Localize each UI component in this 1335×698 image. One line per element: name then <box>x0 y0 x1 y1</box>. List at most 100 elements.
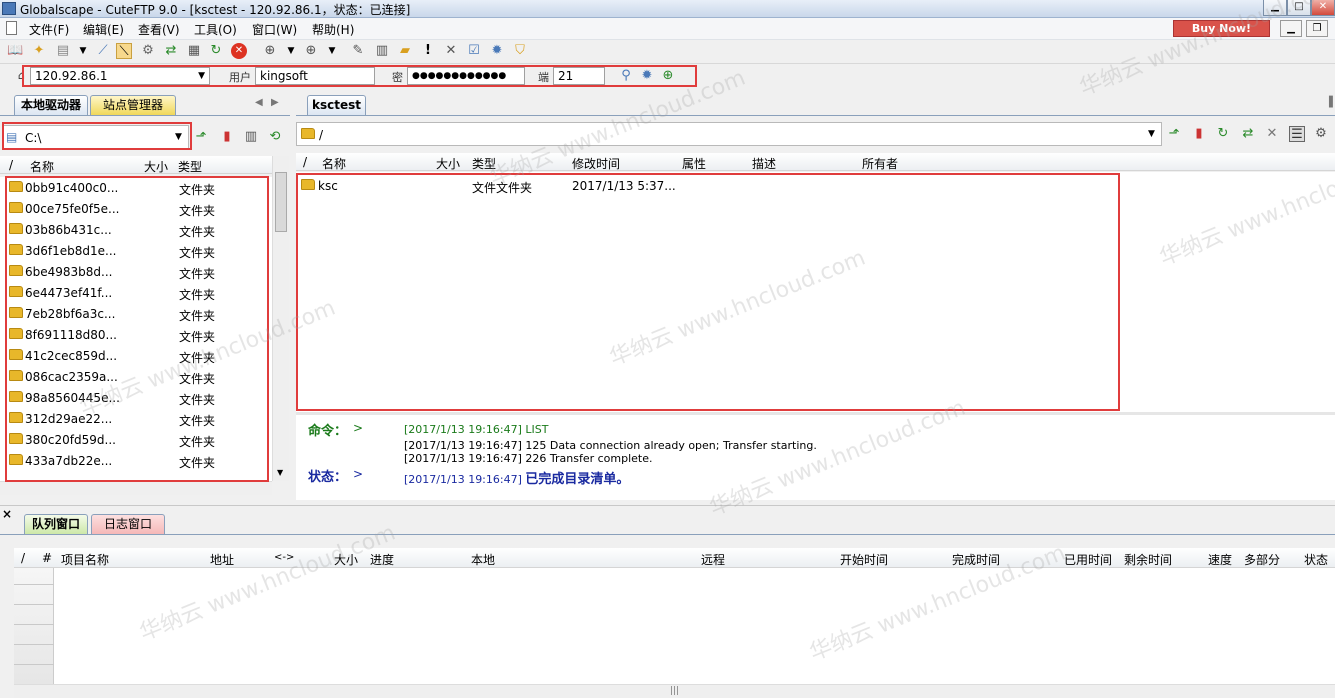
host-input[interactable]: 120.92.86.1 ▼ <box>30 67 210 85</box>
menu-tools[interactable]: 工具(O) <box>194 21 237 38</box>
menu-edit[interactable]: 编辑(E) <box>83 21 124 38</box>
settings-icon[interactable]: ✹ <box>489 43 505 59</box>
column-type[interactable]: 类型 <box>178 158 202 175</box>
column-item-name[interactable]: 项目名称 <box>61 551 109 568</box>
bookmark-icon[interactable]: ▮ <box>1191 126 1207 142</box>
buy-now-button[interactable]: Buy Now! <box>1173 20 1270 37</box>
disconnect-icon[interactable]: ⟍ <box>116 43 132 59</box>
tab-queue[interactable]: 队列窗口 <box>24 514 88 534</box>
column-type[interactable]: 类型 <box>472 155 496 172</box>
add-site-icon[interactable]: ⊕ <box>660 68 676 84</box>
list-item[interactable]: 3d6f1eb8d1e... 文件夹 <box>0 240 272 261</box>
tab-site-manager[interactable]: 站点管理器 <box>90 95 176 115</box>
new-folder-icon[interactable]: ▰ <box>397 43 413 59</box>
close-window-button[interactable]: ✕ <box>1311 0 1335 16</box>
sort-column[interactable]: / <box>303 155 307 169</box>
chevron-down-icon[interactable]: ▼ <box>1148 129 1155 139</box>
menu-help[interactable]: 帮助(H) <box>312 21 354 38</box>
list-item[interactable]: 00ce75fe0f5e... 文件夹 <box>0 198 272 219</box>
view-mode-icon[interactable]: ▥ <box>243 129 259 145</box>
tab-ksctest[interactable]: ksctest <box>307 95 366 115</box>
scroll-down-icon[interactable]: ▼ <box>277 468 283 477</box>
list-item[interactable]: 6be4983b8d... 文件夹 <box>0 261 272 282</box>
mdi-restore-button[interactable]: ❐ <box>1306 20 1328 37</box>
column-finish-time[interactable]: 完成时间 <box>952 551 1000 568</box>
properties-icon[interactable]: ☑ <box>466 43 482 59</box>
connect-icon[interactable]: ⟋ <box>95 43 111 59</box>
local-path-combo[interactable]: ▤ C:\ ▼ <box>2 125 189 149</box>
column-elapsed[interactable]: 已用时间 <box>1064 551 1112 568</box>
transfer-icon[interactable]: ⇄ <box>163 43 179 59</box>
column-name[interactable]: 名称 <box>30 158 54 175</box>
list-item[interactable]: 086cac2359a... 文件夹 <box>0 366 272 387</box>
sort-column[interactable]: / <box>9 158 13 172</box>
tab-log[interactable]: 日志窗口 <box>91 514 165 534</box>
refresh-icon[interactable]: ↻ <box>208 43 224 59</box>
column-attributes[interactable]: 属性 <box>682 155 706 172</box>
chevron-down-icon[interactable]: ▼ <box>75 43 91 59</box>
maximize-button[interactable]: □ <box>1287 0 1311 16</box>
password-input[interactable]: ●●●●●●●●●●●● <box>407 67 525 85</box>
column-name[interactable]: 名称 <box>322 155 346 172</box>
column-direction[interactable]: <-> <box>274 552 294 563</box>
bookmark-icon[interactable]: ▮ <box>219 129 235 145</box>
list-item[interactable]: 433a7db22e... 文件夹 <box>0 450 272 471</box>
delete-icon[interactable]: ✕ <box>1264 126 1280 142</box>
column-status[interactable]: 状态 <box>1304 551 1328 568</box>
menu-file[interactable]: 文件(F) <box>29 21 69 38</box>
refresh-icon[interactable]: ↻ <box>1215 126 1231 142</box>
list-item[interactable]: 0bb91c400c0... 文件夹 <box>0 177 272 198</box>
scroll-thumb[interactable] <box>275 172 287 232</box>
list-item[interactable]: 03b86b431c... 文件夹 <box>0 219 272 240</box>
scroll-grip-icon[interactable]: ||| <box>670 686 679 696</box>
delete-icon[interactable]: ✕ <box>443 43 459 59</box>
column-size[interactable]: 大小 <box>144 158 168 175</box>
sort-column[interactable]: / <box>21 551 25 565</box>
chevron-down-icon[interactable]: ▼ <box>175 132 182 142</box>
tab-local-drives[interactable]: 本地驱动器 <box>14 95 88 115</box>
transfer-icon[interactable]: ⇄ <box>1240 126 1256 142</box>
up-folder-icon[interactable]: ⬏ <box>1166 126 1182 142</box>
settings-icon[interactable]: ⚙ <box>1313 126 1329 142</box>
reconnect-icon[interactable]: ⚙ <box>140 43 156 59</box>
list-item[interactable]: 98a8560445e... 文件夹 <box>0 387 272 408</box>
queue-hscrollbar[interactable]: ||| <box>14 684 1335 698</box>
port-input[interactable]: 21 <box>553 67 605 85</box>
column-remaining[interactable]: 剩余时间 <box>1124 551 1172 568</box>
menu-window[interactable]: 窗口(W) <box>252 21 297 38</box>
column-speed[interactable]: 速度 <box>1208 551 1232 568</box>
column-address[interactable]: 地址 <box>210 551 234 568</box>
list-item[interactable]: 41c2cec859d... 文件夹 <box>0 345 272 366</box>
list-item[interactable]: ksc 文件文件夹 2017/1/13 5:37... <box>296 175 1335 196</box>
local-scrollbar[interactable]: ▼ <box>272 156 289 481</box>
column-owner[interactable]: 所有者 <box>862 155 898 172</box>
new-site-icon[interactable]: ▤ <box>55 43 71 59</box>
quick-connect-icon[interactable]: ✦ <box>31 43 47 59</box>
view-icon[interactable]: ▥ <box>374 43 390 59</box>
column-multipart[interactable]: 多部分 <box>1244 551 1280 568</box>
shield-icon[interactable]: ⛉ <box>512 43 528 59</box>
options-gear-icon[interactable]: ✹ <box>639 68 655 84</box>
user-input[interactable]: kingsoft <box>255 67 375 85</box>
upload-icon[interactable]: ⊕ <box>303 43 319 59</box>
column-remote[interactable]: 远程 <box>701 551 725 568</box>
edit-icon[interactable]: ✎ <box>350 43 366 59</box>
list-item[interactable]: 8f691118d80... 文件夹 <box>0 324 272 345</box>
column-modified[interactable]: 修改时间 <box>572 155 620 172</box>
upload-options-icon[interactable]: ▼ <box>324 43 340 59</box>
column-size[interactable]: 大小 <box>334 551 358 568</box>
stop-icon[interactable]: ✕ <box>231 43 247 59</box>
local-hscrollbar[interactable] <box>0 481 272 495</box>
column-start-time[interactable]: 开始时间 <box>840 551 888 568</box>
list-item[interactable]: 7eb28bf6a3c... 文件夹 <box>0 303 272 324</box>
up-folder-icon[interactable]: ⬏ <box>193 129 209 145</box>
download-icon[interactable]: ⊕ <box>262 43 278 59</box>
column-size[interactable]: 大小 <box>436 155 460 172</box>
remote-path-combo[interactable]: / ▼ <box>296 122 1162 146</box>
close-icon[interactable]: × <box>2 507 12 521</box>
connect-plug-icon[interactable]: ⚲ <box>618 68 634 84</box>
site-icon[interactable]: ▦ <box>186 43 202 59</box>
column-description[interactable]: 描述 <box>752 155 776 172</box>
column-local[interactable]: 本地 <box>471 551 495 568</box>
list-item[interactable]: 6e4473ef41f... 文件夹 <box>0 282 272 303</box>
